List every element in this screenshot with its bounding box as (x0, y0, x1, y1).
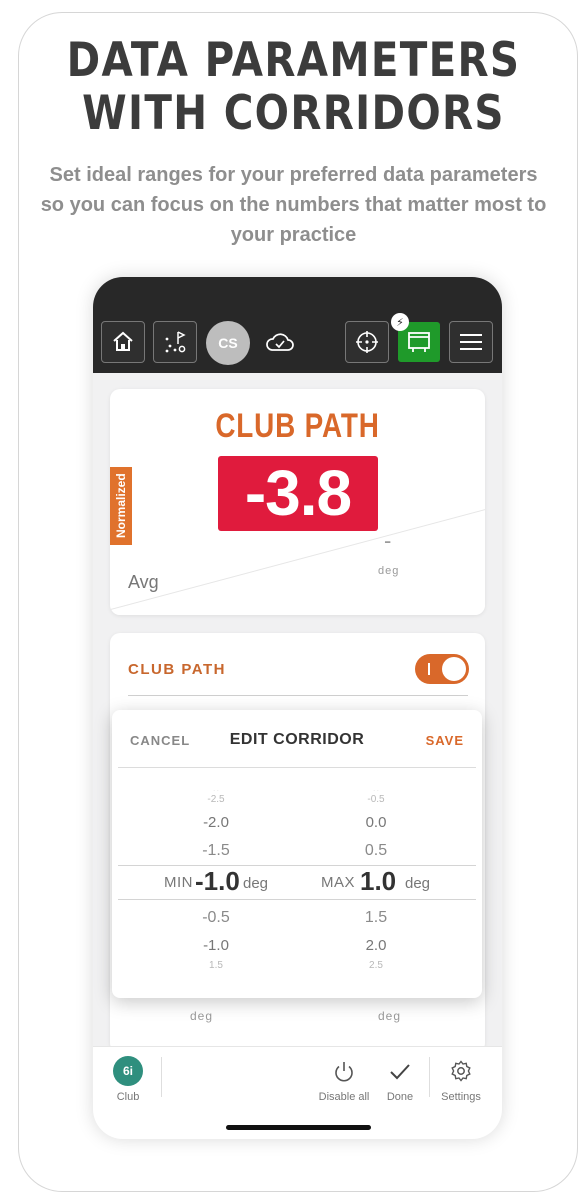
popover-arrow (285, 699, 307, 710)
wheel-option[interactable]: -2.5 (186, 794, 246, 805)
bolt-icon: ⚡ (391, 313, 409, 331)
wheel-option[interactable]: -1.5 (186, 842, 246, 860)
edit-corridor-popover: CANCEL EDIT CORRIDOR SAVE · · -2.5 -2.0 … (112, 710, 482, 998)
top-bar: CS ⚡ (93, 277, 502, 373)
max-unit: deg (405, 875, 431, 892)
wheel-option[interactable]: 1.5 (186, 960, 246, 971)
min-label: MIN (164, 874, 193, 891)
settings-label: Settings (441, 1091, 481, 1103)
wheel-option[interactable]: 2.0 (346, 937, 406, 954)
course-icon (165, 331, 186, 353)
wheel-option[interactable]: 2.5 (346, 960, 406, 971)
home-indicator (226, 1125, 371, 1130)
disable-all-label: Disable all (318, 1091, 370, 1103)
avg-label: Avg (128, 572, 159, 592)
headline-line-1: DATA PARAMETERS (66, 33, 521, 88)
menu-icon (460, 334, 482, 350)
phone-screen: CS ⚡ CLUB PATH -3.8 Normalized Avg - deg… (93, 277, 502, 1139)
target-button[interactable] (345, 321, 389, 363)
toggle-on-mark (428, 663, 430, 675)
wheel-option[interactable]: -0.5 (186, 909, 246, 927)
home-icon (113, 331, 133, 351)
toggle-knob (442, 657, 466, 681)
unit-label: deg (378, 565, 400, 577)
subtitle: Set ideal ranges for your preferred data… (40, 164, 547, 246)
selection-line-top (118, 865, 476, 866)
crosshair-icon (356, 331, 378, 353)
min-unit: deg (243, 875, 269, 892)
unit-label-max: deg (378, 1009, 402, 1023)
separator (161, 1057, 162, 1097)
unit-label-min: deg (190, 1009, 214, 1023)
max-value[interactable]: 1.0 (360, 866, 396, 897)
metric-card[interactable]: CLUB PATH -3.8 Normalized Avg - deg (110, 389, 485, 615)
wheel-option[interactable]: 0.0 (346, 814, 406, 831)
min-value[interactable]: -1.0 (195, 866, 240, 897)
headline-line-2: WITH CORRIDORS (82, 86, 505, 141)
cloud-sync-button[interactable] (265, 331, 295, 358)
corridor-toggle[interactable] (415, 654, 469, 684)
separator (429, 1057, 430, 1097)
diagonal-divider (110, 507, 485, 615)
avatar[interactable]: CS (206, 321, 250, 365)
gear-icon (451, 1060, 471, 1082)
parameter-label: CLUB PATH (128, 661, 226, 678)
club-badge: 6i (113, 1056, 143, 1086)
club-label: Club (116, 1091, 140, 1103)
done-label: Done (386, 1091, 414, 1103)
divider (118, 767, 476, 768)
wheel-option[interactable]: 0.5 (346, 842, 406, 860)
headline: DATA PARAMETERS WITH CORRIDORS (41, 34, 546, 140)
device-icon (408, 332, 430, 352)
checkmark-icon (390, 1064, 410, 1080)
home-button[interactable] (101, 321, 145, 363)
wheel-option[interactable]: -2.0 (186, 814, 246, 831)
course-button[interactable] (153, 321, 197, 363)
save-button[interactable]: SAVE (426, 733, 464, 748)
normalized-badge: Normalized (110, 467, 132, 545)
wheel-option[interactable]: -0.5 (346, 794, 406, 805)
cloud-check-icon (266, 333, 294, 351)
wheel-option[interactable]: -1.0 (186, 937, 246, 954)
power-icon (335, 1062, 353, 1082)
wheel-option[interactable]: 1.5 (346, 909, 406, 927)
selection-line-bottom (118, 899, 476, 900)
menu-button[interactable] (449, 321, 493, 363)
divider (128, 695, 468, 696)
avg-value: - (384, 528, 392, 553)
max-label: MAX (321, 874, 356, 891)
